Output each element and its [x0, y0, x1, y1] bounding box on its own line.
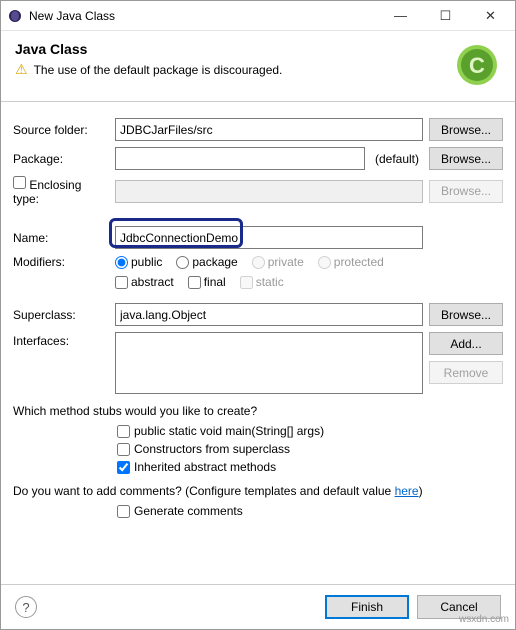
check-inherited[interactable]: Inherited abstract methods — [117, 460, 503, 474]
browse-enclosing-button: Browse... — [429, 180, 503, 203]
superclass-input[interactable] — [115, 303, 423, 326]
dialog-title: Java Class — [15, 41, 453, 57]
check-abstract[interactable]: abstract — [115, 275, 174, 289]
radio-public[interactable]: public — [115, 255, 162, 269]
remove-interface-button: Remove — [429, 361, 503, 384]
label-source-folder: Source folder: — [13, 123, 109, 137]
browse-package-button[interactable]: Browse... — [429, 147, 503, 170]
warning-row: ⚠ The use of the default package is disc… — [15, 61, 453, 78]
configure-link[interactable]: here — [395, 484, 419, 498]
enclosing-type-input — [115, 180, 423, 203]
check-constructors[interactable]: Constructors from superclass — [117, 442, 503, 456]
label-superclass: Superclass: — [13, 308, 109, 322]
radio-package[interactable]: package — [176, 255, 237, 269]
check-main[interactable]: public static void main(String[] args) — [117, 424, 503, 438]
minimize-button[interactable]: — — [378, 1, 423, 31]
svg-text:C: C — [469, 53, 485, 78]
browse-source-button[interactable]: Browse... — [429, 118, 503, 141]
check-generate-comments[interactable]: Generate comments — [117, 504, 503, 518]
finish-button[interactable]: Finish — [325, 595, 409, 619]
package-input[interactable] — [115, 147, 365, 170]
close-button[interactable]: ✕ — [468, 1, 513, 31]
browse-superclass-button[interactable]: Browse... — [429, 303, 503, 326]
default-package-label: (default) — [371, 152, 423, 166]
label-package: Package: — [13, 152, 109, 166]
dialog-content: Source folder: Browse... Package: (defau… — [1, 102, 515, 584]
warning-text: The use of the default package is discou… — [34, 63, 283, 77]
dialog-header: Java Class ⚠ The use of the default pack… — [1, 31, 515, 102]
add-interface-button[interactable]: Add... — [429, 332, 503, 355]
radio-protected: protected — [318, 255, 384, 269]
label-name: Name: — [13, 231, 109, 245]
stubs-question: Which method stubs would you like to cre… — [13, 404, 503, 418]
maximize-button[interactable]: ☐ — [423, 1, 468, 31]
eclipse-icon — [7, 8, 23, 24]
name-input[interactable] — [115, 226, 423, 249]
radio-private: private — [252, 255, 304, 269]
enclosing-type-check[interactable]: Enclosing type: — [13, 178, 81, 206]
check-final[interactable]: final — [188, 275, 226, 289]
source-folder-input[interactable] — [115, 118, 423, 141]
visibility-radio-group: public package private protected — [115, 255, 423, 269]
warning-icon: ⚠ — [15, 61, 28, 78]
modifier-checks: abstract final static — [115, 275, 423, 289]
comments-question: Do you want to add comments? (Configure … — [13, 484, 503, 498]
dialog-footer: ? Finish Cancel — [1, 584, 515, 629]
interfaces-list[interactable] — [115, 332, 423, 394]
label-interfaces: Interfaces: — [13, 332, 109, 348]
titlebar: New Java Class — ☐ ✕ — [1, 1, 515, 31]
check-static: static — [240, 275, 284, 289]
watermark: wsxdn.com — [459, 614, 509, 625]
dialog-window: New Java Class — ☐ ✕ Java Class ⚠ The us… — [0, 0, 516, 630]
help-button[interactable]: ? — [15, 596, 37, 618]
label-modifiers: Modifiers: — [13, 255, 109, 269]
window-title: New Java Class — [29, 9, 378, 23]
class-wizard-icon: C — [453, 41, 501, 89]
